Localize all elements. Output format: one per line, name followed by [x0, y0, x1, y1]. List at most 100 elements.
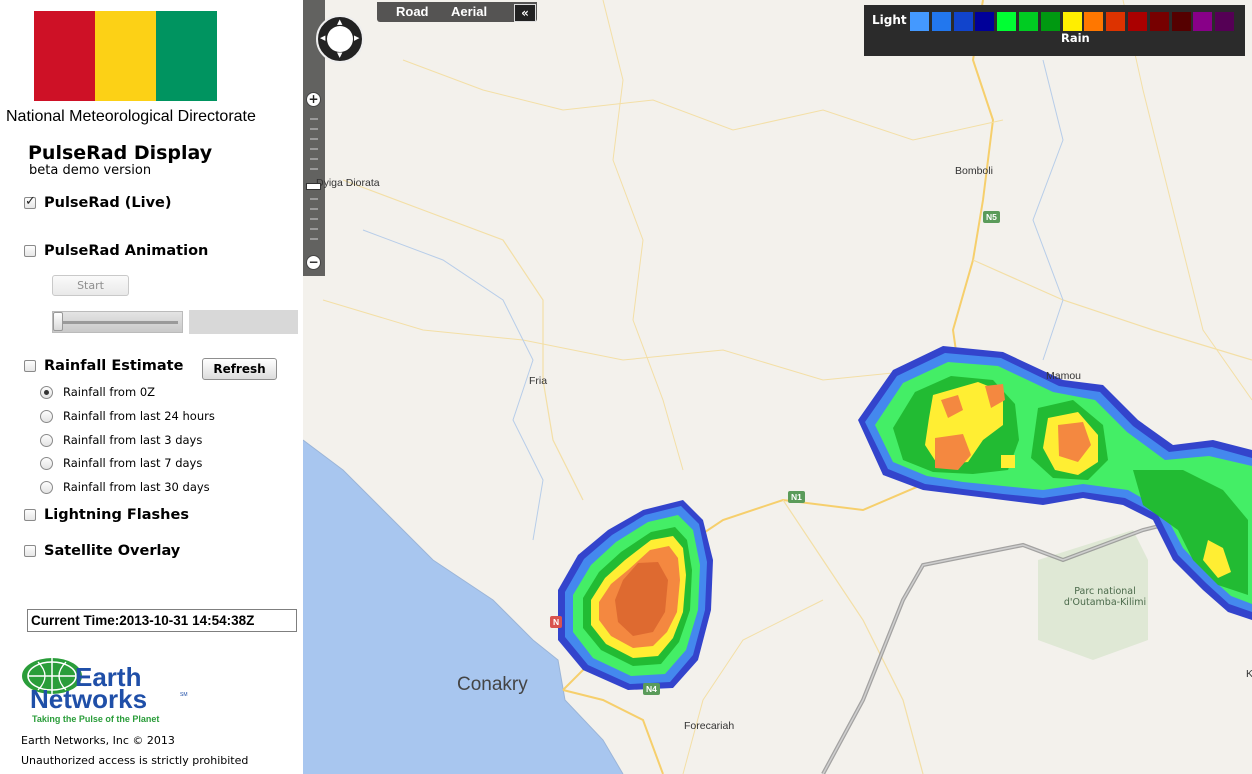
- app-subtitle: beta demo version: [29, 163, 152, 178]
- radio-label: Rainfall from 0Z: [63, 385, 156, 399]
- place-label: Conakry: [457, 674, 528, 695]
- radio-label: Rainfall from last 30 days: [63, 480, 210, 494]
- radio-label: Rainfall from last 7 days: [63, 456, 203, 470]
- pulserad-animation-checkbox[interactable]: [24, 245, 36, 257]
- legend-swatch: [1040, 12, 1060, 31]
- refresh-button[interactable]: Refresh: [202, 358, 277, 380]
- road: [342, 179, 584, 501]
- radar-legend: Light Rain: [864, 5, 1245, 56]
- pan-control[interactable]: ▲ ▼ ◀ ▶: [316, 15, 364, 63]
- legend-swatch: [910, 12, 929, 31]
- radar-band-yellow: [1001, 455, 1015, 468]
- road: [322, 299, 924, 381]
- river: [1032, 59, 1064, 361]
- radio-button[interactable]: [40, 433, 53, 447]
- pan-right-icon[interactable]: ▶: [354, 34, 359, 42]
- logo-tagline: Taking the Pulse of the Planet: [32, 714, 159, 724]
- pulserad-live-checkbox[interactable]: [24, 194, 36, 209]
- zoom-tick: [310, 218, 318, 220]
- radio-button[interactable]: [40, 456, 53, 470]
- road-shield: N: [550, 616, 563, 628]
- legend-swatch: [1171, 12, 1191, 31]
- radio-button[interactable]: [40, 385, 53, 399]
- flag-yellow-band: [95, 11, 156, 101]
- rainfall-range-radio[interactable]: Rainfall from last 24 hours: [40, 409, 215, 423]
- radio-button[interactable]: [40, 409, 53, 423]
- zoom-tick: [310, 168, 318, 170]
- satellite-overlay-option[interactable]: Satellite Overlay: [24, 543, 180, 559]
- legend-swatch: [1193, 12, 1213, 31]
- zoom-in-icon[interactable]: +: [306, 92, 321, 107]
- pan-up-icon[interactable]: ▲: [337, 18, 342, 26]
- road-shield: N4: [643, 683, 660, 695]
- flag-red-band: [34, 11, 95, 101]
- map-type-bar: Road Aerial «: [377, 2, 537, 22]
- pan-center: [327, 26, 353, 52]
- legend-swatch: [1149, 12, 1169, 31]
- lightning-flashes-option[interactable]: Lightning Flashes: [24, 507, 189, 523]
- pulserad-live-label: PulseRad (Live): [44, 195, 172, 211]
- place-label: Dyiga Diorata: [316, 177, 380, 189]
- radio-label: Rainfall from last 3 days: [63, 433, 203, 447]
- radio-button[interactable]: [40, 480, 53, 494]
- radio-label: Rainfall from last 24 hours: [63, 409, 215, 423]
- legend-swatch: [1215, 12, 1235, 31]
- sidebar: National Meteorological Directorate Puls…: [0, 0, 303, 774]
- service-mark: SM: [180, 692, 188, 698]
- collapse-icon[interactable]: «: [514, 4, 536, 22]
- guinea-flag: [34, 11, 217, 101]
- zoom-tick: [310, 118, 318, 120]
- place-label: Mamou: [1046, 370, 1082, 382]
- zoom-tick: [310, 128, 318, 130]
- zoom-tick: [310, 238, 318, 240]
- road: [782, 499, 924, 774]
- map-base-layer: [303, 0, 1252, 774]
- zoom-tick: [310, 208, 318, 210]
- zoom-slider-handle[interactable]: [306, 183, 321, 190]
- rainfall-estimate-label: Rainfall Estimate: [44, 358, 184, 374]
- legend-light-label: Light: [872, 13, 907, 27]
- place-label: Forecariah: [684, 720, 735, 732]
- animation-frame-display: [189, 310, 298, 334]
- legend-swatch: [1106, 12, 1126, 31]
- road: [972, 259, 1252, 361]
- app-title: PulseRad Display: [28, 142, 213, 164]
- satellite-overlay-label: Satellite Overlay: [44, 543, 181, 559]
- rainfall-range-radio[interactable]: Rainfall from 0Z: [40, 385, 155, 399]
- pulserad-animation-option[interactable]: PulseRad Animation: [24, 243, 208, 259]
- radar-map[interactable]: Dyiga Diorata Bomboli Fria Mamou Conakry…: [303, 0, 1252, 774]
- pulserad-live-option[interactable]: PulseRad (Live): [24, 194, 172, 211]
- slider-groove: [63, 321, 178, 324]
- zoom-tick: [310, 198, 318, 200]
- satellite-overlay-checkbox[interactable]: [24, 545, 36, 557]
- radar-echo-conakry: [558, 500, 713, 690]
- logo-word-networks: Networks: [30, 684, 147, 714]
- zoom-tick: [310, 148, 318, 150]
- rainfall-range-radio[interactable]: Rainfall from last 7 days: [40, 456, 202, 470]
- rainfall-range-radio[interactable]: Rainfall from last 30 days: [40, 480, 210, 494]
- place-label: Fria: [529, 375, 548, 387]
- rainfall-estimate-checkbox[interactable]: [24, 360, 36, 372]
- zoom-out-icon[interactable]: −: [306, 255, 321, 270]
- legend-rain-label: Rain: [1061, 31, 1090, 45]
- zoom-tick: [310, 138, 318, 140]
- org-title: National Meteorological Directorate: [6, 108, 256, 125]
- aerial-view-button[interactable]: Aerial: [451, 4, 487, 19]
- earth-networks-logo: Earth Networks SM Taking the Pulse of th…: [22, 658, 188, 724]
- pan-down-icon[interactable]: ▼: [337, 51, 342, 59]
- footer-notice: Unauthorized access is strictly prohibit…: [21, 754, 249, 767]
- road-view-button[interactable]: Road: [396, 4, 429, 19]
- pan-left-icon[interactable]: ◀: [320, 34, 325, 42]
- animation-slider[interactable]: [52, 311, 183, 333]
- rainfall-estimate-option[interactable]: Rainfall Estimate: [24, 358, 183, 374]
- road: [402, 59, 1004, 141]
- rainfall-range-radio[interactable]: Rainfall from last 3 days: [40, 433, 202, 447]
- legend-swatch: [1062, 12, 1082, 31]
- river: [362, 229, 544, 541]
- legend-swatch: [1084, 12, 1104, 31]
- current-time-display: Current Time:2013-10-31 14:54:38Z: [27, 609, 297, 632]
- slider-handle[interactable]: [53, 312, 63, 331]
- road: [602, 0, 684, 471]
- lightning-flashes-checkbox[interactable]: [24, 509, 36, 521]
- start-button[interactable]: Start: [52, 275, 129, 296]
